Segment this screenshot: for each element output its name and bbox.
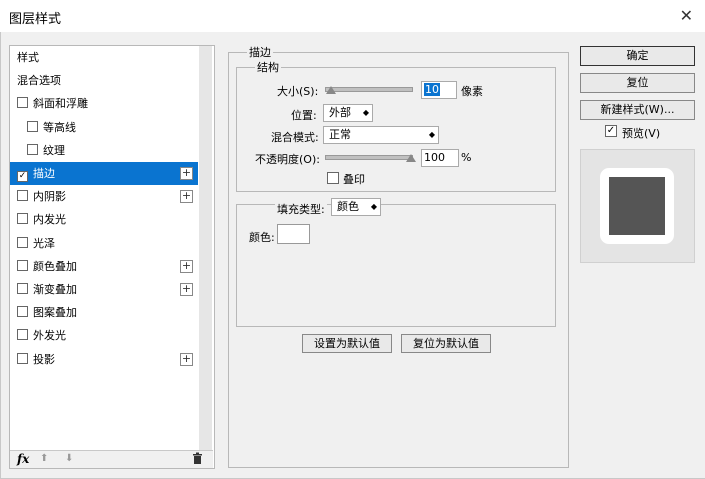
sidebar-item-label: 斜面和浮雕 [33,97,88,111]
sidebar-item-label: 混合选项 [17,74,61,88]
sidebar-item-checkbox[interactable] [17,213,28,225]
sidebar-item[interactable]: 外发光 [10,324,198,347]
ok-button[interactable]: 确定 [580,46,695,66]
sidebar-item-checkbox[interactable] [27,120,38,132]
fill-type-label: 填充类型: [275,201,327,217]
sidebar-item-label: 内发光 [33,213,66,227]
fill-type-select[interactable]: 颜色 ◆ [331,198,381,216]
opacity-slider-track[interactable] [325,155,413,160]
sidebar-item[interactable]: 等高线 [10,116,198,139]
style-list-scrollbar[interactable] [199,46,212,450]
move-down-icon[interactable]: ⬇ [65,453,73,464]
sidebar-item-checkbox[interactable] [17,259,28,271]
sidebar-item-checkbox[interactable] [17,190,28,202]
add-effect-icon[interactable]: + [180,167,193,180]
position-value: 外部 [329,106,351,119]
opacity-unit: % [461,151,472,164]
opacity-input[interactable]: 100 [421,149,459,167]
size-input[interactable]: 10 [421,81,457,99]
sidebar-item-label: 描边 [33,167,55,180]
sidebar-item[interactable]: 斜面和浮雕 [10,92,198,115]
sidebar-item[interactable]: 纹理 [10,139,198,162]
sidebar-item[interactable]: 渐变叠加 + [10,278,198,301]
new-style-button[interactable]: 新建样式(W)... [580,100,695,120]
stroke-section-title: 描边 [247,44,273,60]
window-title: 图层样式 [9,12,62,27]
reset-button[interactable]: 复位 [580,73,695,93]
blend-mode-select[interactable]: 正常 ◆ [323,126,439,144]
move-up-icon[interactable]: ⬆ [40,453,48,464]
sidebar-item-checkbox[interactable]: ✓ [17,171,28,182]
sidebar-item[interactable]: 光泽 [10,232,198,255]
position-label: 位置: [291,109,317,122]
sidebar-item-label: 渐变叠加 [33,283,77,296]
sidebar-item[interactable]: 图案叠加 [10,301,198,324]
fx-icon[interactable]: fx [17,452,29,466]
sidebar-item[interactable]: 内阴影 + [10,185,198,208]
structure-title: 结构 [255,59,281,75]
preview-checkbox[interactable]: ✓ [605,125,617,137]
add-effect-icon[interactable]: + [180,190,193,204]
sidebar-item-checkbox[interactable] [17,306,28,318]
add-effect-icon[interactable]: + [180,352,193,366]
sidebar-item-label: 内阴影 [33,190,66,204]
sidebar-item[interactable]: 内发光 [10,208,198,231]
sidebar-item-label: 等高线 [43,120,76,134]
sidebar-item-label: 光泽 [33,236,55,250]
sidebar-item-label: 投影 [33,352,55,366]
overprint-label: 叠印 [343,173,365,186]
sidebar-item-label: 样式 [17,51,39,64]
size-label: 大小(S): [277,85,319,98]
blend-mode-label: 混合模式: [271,131,319,144]
sidebar-item-checkbox[interactable] [17,352,28,364]
sidebar-item-label: 图案叠加 [33,306,77,320]
close-icon[interactable]: ✕ [680,6,693,25]
chevron-updown-icon: ◆ [370,202,377,211]
blend-mode-value: 正常 [329,128,351,141]
size-slider-thumb[interactable] [326,86,336,94]
add-effect-icon[interactable]: + [180,259,193,273]
fill-group [236,204,556,327]
opacity-label: 不透明度(O): [255,153,320,166]
size-value: 10 [424,83,440,96]
sidebar-item-label: 纹理 [43,143,65,157]
sidebar-item-checkbox[interactable] [17,97,28,109]
set-default-button[interactable]: 设置为默认值 [302,334,392,353]
sidebar-item-checkbox[interactable] [27,143,38,155]
chevron-updown-icon: ◆ [362,108,369,117]
sidebar-item-label: 外发光 [33,329,66,343]
add-effect-icon[interactable]: + [180,283,193,296]
sidebar-item-checkbox[interactable] [17,329,28,341]
sidebar-item-checkbox[interactable] [17,283,28,294]
style-list-footer: fx ⬆ ⬇ [10,450,213,468]
sidebar-item[interactable]: 混合选项 [10,69,198,92]
sidebar-item-label: 颜色叠加 [33,259,77,273]
chevron-updown-icon: ◆ [428,130,435,139]
overprint-checkbox[interactable] [327,172,339,184]
sidebar-item[interactable]: 投影 + [10,348,198,371]
trash-icon[interactable] [192,452,203,467]
fill-type-value: 颜色 [337,200,359,213]
opacity-slider-thumb[interactable] [406,154,416,162]
sidebar-item[interactable]: 颜色叠加 + [10,255,198,278]
title-bar [0,0,705,32]
sidebar-item[interactable]: 样式 [10,46,198,69]
preview-swatch [600,168,674,244]
sidebar-item-checkbox[interactable] [17,236,28,248]
size-unit: 像素 [461,85,483,98]
position-select[interactable]: 外部 ◆ [323,104,373,122]
color-label: 颜色: [249,231,275,244]
sidebar-item[interactable]: ✓ 描边 + [10,162,198,185]
stroke-color-swatch[interactable] [277,224,310,244]
size-slider-track[interactable] [325,87,413,92]
reset-default-button[interactable]: 复位为默认值 [401,334,491,353]
preview-label: 预览(V) [622,127,661,140]
